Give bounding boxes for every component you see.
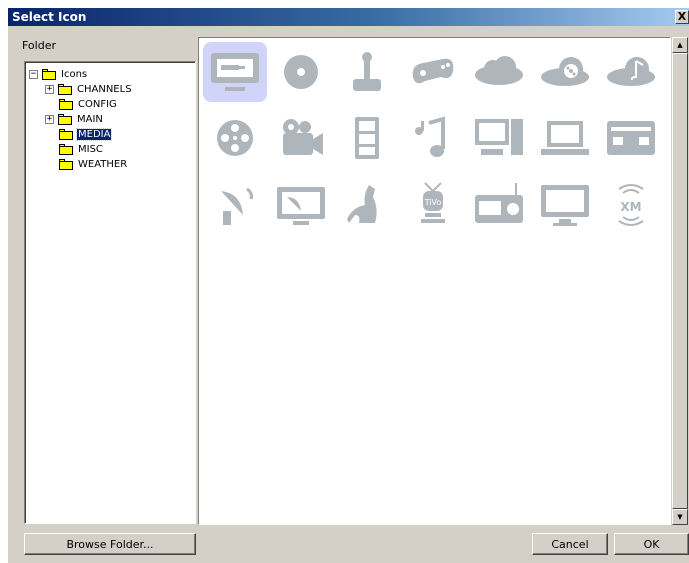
folder-label: Folder: [22, 39, 56, 52]
folder-icon: [58, 114, 72, 125]
kangaroo-icon[interactable]: [335, 174, 399, 234]
tree-item-label: CONFIG: [78, 99, 117, 110]
monitor-plug-icon[interactable]: [203, 42, 267, 102]
tree-item-weather[interactable]: WEATHER: [59, 157, 128, 172]
folder-icon: [58, 84, 72, 95]
expand-icon[interactable]: +: [45, 85, 54, 94]
folder-icon: [59, 99, 73, 110]
music-notes-icon[interactable]: [401, 108, 465, 168]
satellite-dish-icon[interactable]: [203, 174, 267, 234]
filmstrip-icon[interactable]: [335, 108, 399, 168]
ok-button[interactable]: OK: [614, 533, 689, 555]
cassette-icon[interactable]: [599, 108, 663, 168]
cloud-icon[interactable]: [467, 42, 531, 102]
svg-text:TiVo: TiVo: [424, 198, 442, 207]
tree-item-label: MEDIA: [75, 128, 113, 141]
window-title: Select Icon: [12, 10, 87, 24]
svg-text:XM: XM: [620, 200, 641, 214]
folder-icon: [59, 129, 73, 140]
tree-item-misc[interactable]: MISC: [59, 142, 104, 157]
tree-item-label: MAIN: [77, 114, 103, 125]
scroll-down-button[interactable]: ▼: [672, 509, 688, 525]
cloud-film-icon[interactable]: [533, 42, 597, 102]
gamepad-icon[interactable]: [401, 42, 465, 102]
movie-camera-icon[interactable]: [269, 108, 333, 168]
tree-item-config[interactable]: CONFIG: [59, 97, 118, 112]
satellite-tv-icon[interactable]: [269, 174, 333, 234]
tivo-icon[interactable]: TiVo: [401, 174, 465, 234]
disc-icon[interactable]: [269, 42, 333, 102]
icon-grid[interactable]: TiVo XM: [198, 37, 671, 525]
cancel-button[interactable]: Cancel: [532, 533, 608, 555]
scroll-up-button[interactable]: ▲: [672, 37, 688, 53]
radio-icon[interactable]: [467, 174, 531, 234]
tv-screen-icon[interactable]: [533, 174, 597, 234]
folder-icon: [59, 144, 73, 155]
browse-folder-button[interactable]: Browse Folder...: [24, 533, 196, 555]
xm-radio-icon[interactable]: XM: [599, 174, 663, 234]
close-button[interactable]: X: [675, 10, 689, 24]
cloud-music-icon[interactable]: [599, 42, 663, 102]
tree-item-main[interactable]: + MAIN: [45, 112, 104, 127]
film-reel-icon[interactable]: [203, 108, 267, 168]
vertical-scrollbar[interactable]: ▲ ▼: [671, 37, 688, 525]
folder-tree[interactable]: − Icons + CHANNELS CONFIG + MAIN MEDIA MISC WEATH…: [24, 61, 196, 524]
select-icon-dialog: Select Icon X Folder − Icons + CHANNELS CONF…: [8, 8, 689, 563]
title-bar: Select Icon X: [8, 8, 689, 26]
tree-item-channels[interactable]: + CHANNELS: [45, 82, 133, 97]
scroll-thumb[interactable]: [672, 53, 688, 509]
tree-item-media[interactable]: MEDIA: [59, 127, 113, 142]
tree-item-label: CHANNELS: [77, 84, 132, 95]
joystick-icon[interactable]: [335, 42, 399, 102]
folder-icon: [59, 159, 73, 170]
folder-icon: [42, 69, 56, 80]
collapse-icon[interactable]: −: [29, 70, 38, 79]
desktop-computer-icon[interactable]: [467, 108, 531, 168]
tree-item-icons[interactable]: − Icons: [29, 67, 88, 82]
laptop-icon[interactable]: [533, 108, 597, 168]
tree-item-label: MISC: [78, 144, 103, 155]
tree-item-label: Icons: [61, 69, 88, 80]
expand-icon[interactable]: +: [45, 115, 54, 124]
tree-item-label: WEATHER: [78, 159, 128, 170]
